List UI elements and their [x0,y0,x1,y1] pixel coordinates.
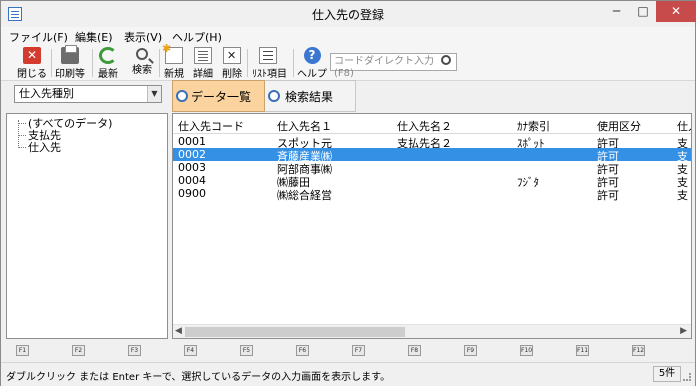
list-items-button[interactable]: ﾘｽﾄ項目 [252,46,287,80]
tab-data-list-label: データ一覧 [191,90,252,104]
fkey-f5[interactable]: F5 [240,345,253,356]
search-icon [268,90,280,102]
tab-search-results-label: 検索結果 [285,90,334,104]
detail-label: 詳細 [193,69,213,80]
document-icon [194,47,212,64]
column-header-kana[interactable]: ｶﾅ索引 [517,118,592,134]
fkey-f3[interactable]: F3 [128,345,141,356]
toolbar: 閉じる 印刷等 最新 検索 新規 詳細 削除 [1,42,695,81]
function-key-bar: F1 F2 F3 F4 F5 F6 F7 F8 F9 F10 F11 F12 [1,341,695,361]
scroll-left-icon[interactable]: ◀ [175,326,182,336]
help-label: ヘルプ [297,69,327,80]
help-icon: ? [303,47,321,64]
toolbar-separator [51,49,52,77]
close-label: 閉じる [17,69,47,80]
refresh-button[interactable]: 最新 [92,46,124,80]
cell-code: 0003 [178,161,206,174]
fkey-f11[interactable]: F11 [576,345,589,356]
menu-bar: ファイル(F) 編集(E) 表示(V) ヘルプ(H) [1,27,695,45]
status-message: ダブルクリック または Enter キーで、選択しているデータの入力画面を表示し… [6,372,391,383]
column-header-name1[interactable]: 仕入先名１ [277,118,392,134]
code-direct-input[interactable]: コードダイレクト入力(F8) [330,53,457,79]
printer-icon [61,45,79,64]
table-row[interactable]: 0001 スポット元 支払先名２ ｽﾎﾟｯﾄ 許可 支 [173,135,691,150]
table-row[interactable]: 0004 ㈱藤田 ﾌｼﾞﾀ 許可 支 [173,174,691,189]
cell-code: 0001 [178,135,206,148]
detail-button[interactable]: 詳細 [187,46,219,80]
new-button[interactable]: 新規 [158,42,190,80]
fkey-f10[interactable]: F10 [520,345,533,356]
main-window: 仕入先の登録 ─ □ ✕ ファイル(F) 編集(E) 表示(V) ヘルプ(H) … [0,0,696,386]
delete-label: 削除 [222,69,242,80]
maximize-button[interactable]: □ [630,1,656,22]
menu-edit[interactable]: 編集(E) [75,29,113,45]
tree-item-supplier[interactable]: 仕入先 [18,139,61,155]
status-bar: ダブルクリック または Enter キーで、選択しているデータの入力画面を表示し… [1,362,695,386]
print-button[interactable]: 印刷等 [54,45,86,80]
refresh-label: 最新 [98,69,118,80]
menu-help[interactable]: ヘルプ(H) [172,29,222,45]
tab-search-results[interactable]: 検索結果 [265,80,356,112]
close-icon [23,47,41,64]
cell-code: 0002 [178,148,206,161]
cell-code: 0900 [178,187,206,200]
minimize-button[interactable]: ─ [603,1,630,22]
category-select-value: 仕入先種別 [19,87,74,100]
refresh-icon [99,47,117,64]
new-document-icon [162,42,183,64]
record-count: 5件 [653,366,681,382]
close-window-button[interactable]: ✕ [656,1,696,22]
cell-extra: 支 [677,189,688,202]
fkey-f12[interactable]: F12 [632,345,645,356]
search-icon[interactable] [441,55,451,65]
tab-data-list[interactable]: データ一覧 [172,80,265,112]
new-label: 新規 [164,69,184,80]
close-button[interactable]: 閉じる [16,46,48,80]
toolbar-separator [293,49,294,77]
delete-button[interactable]: 削除 [216,46,248,80]
delete-icon [223,47,241,64]
fkey-f7[interactable]: F7 [352,345,365,356]
cell-usage: 許可 [597,189,619,202]
column-header-usage[interactable]: 使用区分 [597,118,672,134]
search-icon [176,90,188,102]
column-header-extra[interactable]: 仕入 [677,118,691,134]
window-title: 仕入先の登録 [311,8,384,22]
scrollbar-thumb[interactable] [185,327,405,337]
menu-file[interactable]: ファイル(F) [9,29,68,45]
help-button[interactable]: ? ヘルプ [296,46,328,80]
fkey-f6[interactable]: F6 [296,345,309,356]
fkey-f8[interactable]: F8 [408,345,421,356]
search-icon [136,48,148,60]
menu-view[interactable]: 表示(V) [124,29,162,45]
chevron-down-icon[interactable]: ▼ [147,86,161,102]
search-label: 検索 [132,65,152,76]
horizontal-scrollbar[interactable]: ◀ ▶ [173,324,691,338]
table-row-selected[interactable]: 0002 斉藤産業㈱ 許可 支 [173,148,691,163]
resize-grip-icon[interactable] [683,373,691,381]
category-tree: (すべてのデータ) 支払先 仕入先 [6,113,168,339]
fkey-f1[interactable]: F1 [16,345,29,356]
scroll-right-icon[interactable]: ▶ [680,326,687,336]
cell-code: 0004 [178,174,206,187]
category-select[interactable]: 仕入先種別 ▼ [14,85,162,103]
fkey-f2[interactable]: F2 [72,345,85,356]
column-header-name2[interactable]: 仕入先名２ [397,118,512,134]
grid-header: 仕入先コード 仕入先名１ 仕入先名２ ｶﾅ索引 使用区分 仕入 [173,114,691,134]
toolbar-separator [247,49,248,77]
title-bar: 仕入先の登録 ─ □ ✕ [1,1,696,27]
print-label: 印刷等 [55,69,85,80]
cell-name1: ㈱総合経営 [277,189,332,202]
table-row[interactable]: 0003 阿部商事㈱ 許可 支 [173,161,691,176]
data-grid: 仕入先コード 仕入先名１ 仕入先名２ ｶﾅ索引 使用区分 仕入 0001 スポッ… [172,113,692,339]
column-header-code[interactable]: 仕入先コード [178,118,273,134]
fkey-f9[interactable]: F9 [464,345,477,356]
table-row[interactable]: 0900 ㈱総合経営 許可 支 [173,187,691,202]
fkey-f4[interactable]: F4 [184,345,197,356]
search-button[interactable]: 検索 [126,46,158,80]
list-icon [259,47,277,64]
list-items-label: ﾘｽﾄ項目 [252,69,287,80]
